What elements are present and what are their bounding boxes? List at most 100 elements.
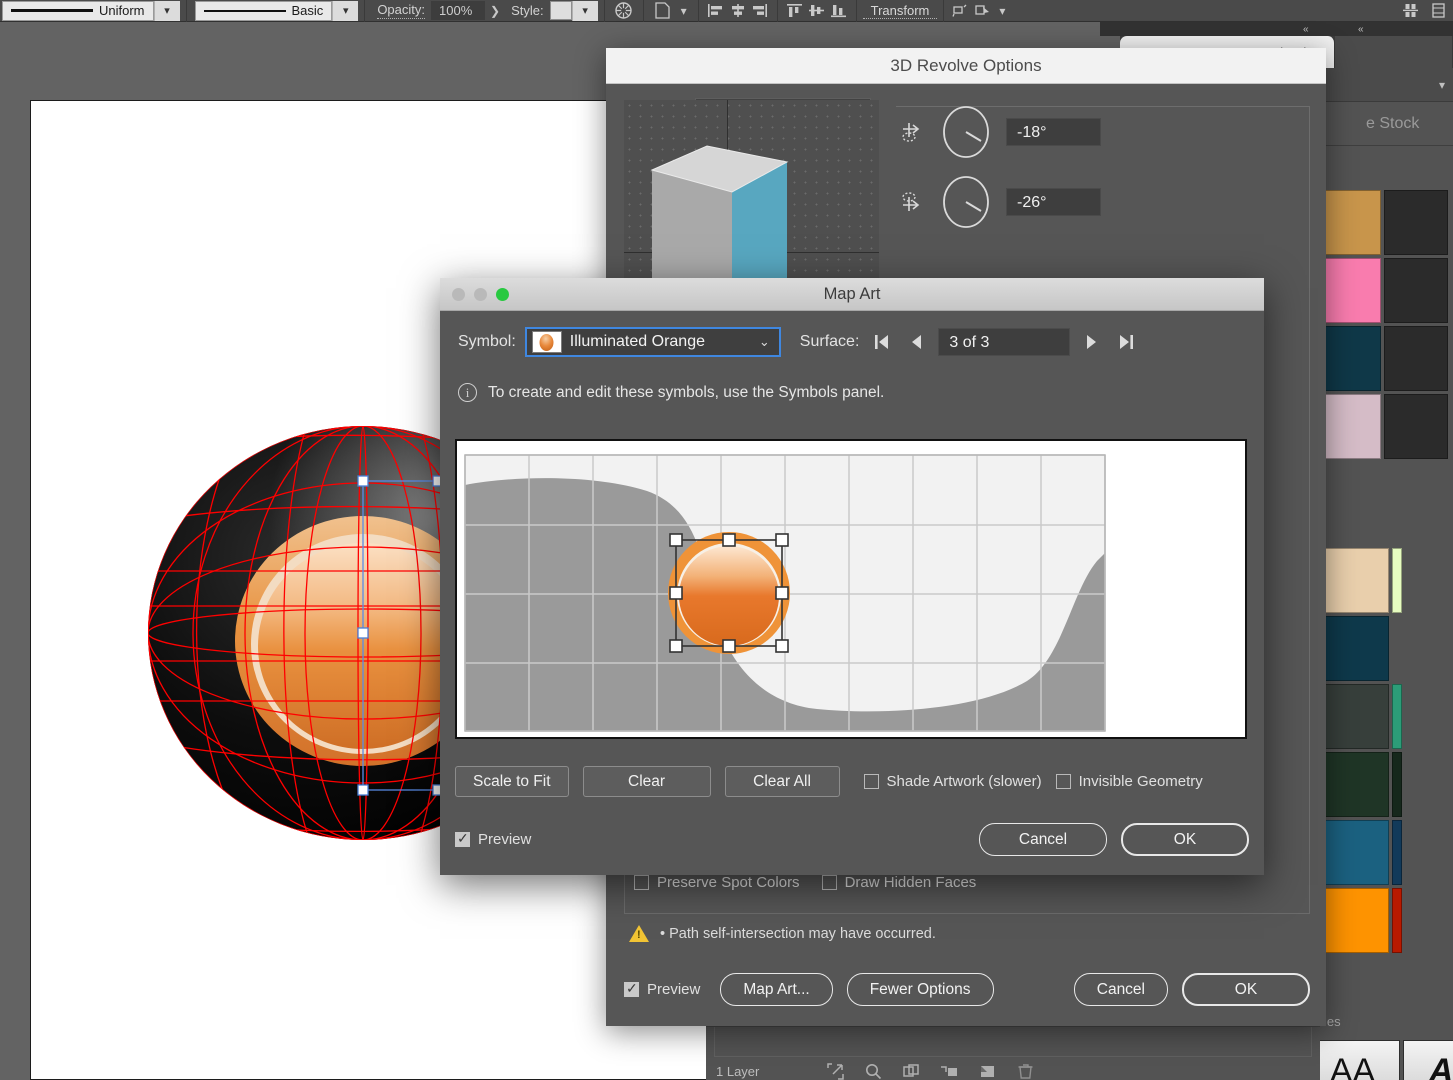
swatch[interactable] bbox=[1384, 258, 1448, 323]
opacity-mask-icon[interactable] bbox=[611, 0, 637, 22]
swatch[interactable] bbox=[1392, 684, 1402, 749]
grid-icon[interactable] bbox=[1427, 0, 1449, 22]
swatch[interactable] bbox=[1384, 190, 1448, 255]
shape-builder-icon[interactable] bbox=[972, 0, 994, 22]
map-art-button[interactable]: Map Art... bbox=[720, 973, 833, 1006]
symbol-select[interactable]: Illuminated Orange ⌄ bbox=[524, 327, 781, 357]
checkbox-box bbox=[821, 875, 837, 890]
next-surface-icon[interactable] bbox=[1079, 332, 1105, 352]
document-setup-icon[interactable] bbox=[650, 0, 676, 22]
font-preview-card[interactable]: Aa bbox=[1403, 1040, 1453, 1080]
revolve-ok-button[interactable]: OK bbox=[1182, 973, 1310, 1006]
brush-combo[interactable]: Basic bbox=[194, 0, 333, 21]
stroke-profile-chevron-down-icon[interactable]: ▾ bbox=[153, 0, 180, 21]
swatch[interactable] bbox=[1325, 684, 1389, 749]
fewer-options-button[interactable]: Fewer Options bbox=[846, 973, 994, 1006]
swatch[interactable] bbox=[1392, 752, 1402, 817]
locate-object-icon[interactable] bbox=[816, 1062, 854, 1080]
checkbox-box bbox=[634, 875, 649, 890]
panel-scroll-left-icon-2[interactable]: « bbox=[1358, 24, 1364, 35]
surface-input[interactable]: 3 of 3 bbox=[938, 328, 1071, 356]
draw-hidden-faces-checkbox[interactable]: Draw Hidden Faces bbox=[821, 874, 976, 891]
cube-preview-stage[interactable] bbox=[624, 100, 879, 280]
rotate-x-input[interactable]: -18° bbox=[1006, 118, 1101, 146]
revolve-preview-checkbox[interactable]: Preview bbox=[624, 979, 700, 998]
align-center-h-icon[interactable] bbox=[727, 0, 749, 22]
align-top-icon[interactable] bbox=[784, 0, 806, 22]
opacity-expand-icon[interactable]: ❯ bbox=[490, 4, 500, 18]
new-layer-icon[interactable] bbox=[968, 1063, 1006, 1080]
swatch[interactable] bbox=[1317, 190, 1381, 255]
map-art-preview-checkbox[interactable]: Preview bbox=[455, 829, 531, 848]
rotate-y-input[interactable]: -26° bbox=[1006, 188, 1101, 216]
symbol-value: Illuminated Orange bbox=[569, 333, 705, 350]
fieldset-border-right bbox=[1309, 106, 1310, 876]
align-center-v-icon[interactable] bbox=[806, 0, 828, 22]
shade-artwork-checkbox[interactable]: Shade Artwork (slower) bbox=[863, 773, 1042, 790]
maximize-icon[interactable] bbox=[496, 288, 509, 301]
swatch[interactable] bbox=[1325, 888, 1389, 953]
first-surface-icon[interactable] bbox=[868, 332, 894, 352]
select-similar-chevron-down-icon[interactable]: ▾ bbox=[999, 4, 1005, 18]
tab-other[interactable] bbox=[1335, 36, 1453, 68]
swatch[interactable] bbox=[1384, 394, 1448, 459]
preserve-spot-colors-checkbox[interactable]: Preserve Spot Colors bbox=[634, 874, 800, 891]
swatch[interactable] bbox=[1317, 326, 1381, 391]
brush-chevron-down-icon[interactable]: ▾ bbox=[332, 0, 359, 21]
swatch[interactable] bbox=[1325, 820, 1389, 885]
scale-to-fit-button[interactable]: Scale to Fit bbox=[455, 766, 569, 797]
close-icon[interactable] bbox=[452, 288, 465, 301]
panel-scroll-row: « « bbox=[1100, 22, 1453, 36]
invisible-geometry-checkbox[interactable]: Invisible Geometry bbox=[1055, 773, 1203, 790]
chevron-down-icon[interactable]: ▾ bbox=[1439, 78, 1445, 92]
opacity-label[interactable]: Opacity: bbox=[377, 2, 425, 19]
swatch[interactable] bbox=[1384, 326, 1448, 391]
last-surface-icon[interactable] bbox=[1114, 332, 1140, 352]
swatch[interactable] bbox=[1392, 820, 1402, 885]
clear-all-button[interactable]: Clear All bbox=[724, 766, 840, 797]
map-art-ok-button[interactable]: OK bbox=[1121, 823, 1249, 856]
tab-transform[interactable]: Transform bbox=[862, 3, 938, 19]
make-clipping-mask-icon[interactable] bbox=[892, 1063, 930, 1080]
map-art-footer: Preview Cancel OK bbox=[455, 823, 1249, 856]
panel-scroll-left-icon[interactable]: « bbox=[1303, 24, 1309, 35]
rotate-x-dial[interactable] bbox=[940, 106, 992, 158]
align-right-icon[interactable] bbox=[749, 0, 771, 22]
map-art-cancel-button[interactable]: Cancel bbox=[979, 823, 1107, 856]
divider bbox=[855, 0, 857, 22]
clear-button[interactable]: Clear bbox=[582, 766, 711, 797]
divider bbox=[364, 0, 366, 22]
surface-label: Surface: bbox=[799, 333, 860, 350]
previous-surface-icon[interactable] bbox=[903, 332, 929, 352]
document-chevron-down-icon[interactable]: ▾ bbox=[681, 4, 687, 18]
arrange-icon[interactable] bbox=[1399, 0, 1421, 22]
divider bbox=[642, 0, 644, 22]
swatch[interactable] bbox=[1325, 548, 1389, 613]
align-bottom-icon[interactable] bbox=[828, 0, 850, 22]
create-sublayer-icon[interactable] bbox=[930, 1063, 968, 1080]
warning-icon: ! bbox=[628, 924, 650, 943]
select-similar-icon[interactable] bbox=[950, 0, 972, 22]
revolve-cancel-button[interactable]: Cancel bbox=[1073, 973, 1168, 1006]
preserve-spot-colors-label: Preserve Spot Colors bbox=[657, 874, 800, 891]
swatch[interactable] bbox=[1317, 258, 1381, 323]
opacity-input[interactable]: 100% bbox=[431, 1, 485, 20]
swatch[interactable] bbox=[1317, 394, 1381, 459]
delete-layer-icon[interactable] bbox=[1006, 1063, 1044, 1080]
align-left-icon[interactable] bbox=[705, 0, 727, 22]
minimize-icon[interactable] bbox=[474, 288, 487, 301]
swatch[interactable] bbox=[1392, 548, 1402, 613]
divider bbox=[603, 0, 605, 22]
map-art-canvas[interactable] bbox=[455, 439, 1247, 739]
symbol-row: Symbol: Illuminated Orange ⌄ Surface: 3 … bbox=[458, 327, 1246, 357]
surface-checkbox-row: Preserve Spot Colors Draw Hidden Faces bbox=[634, 874, 976, 891]
stroke-profile-combo[interactable]: Uniform bbox=[2, 0, 154, 21]
rotate-y-dial[interactable] bbox=[940, 176, 992, 228]
style-swatch[interactable] bbox=[549, 1, 572, 20]
swatch[interactable] bbox=[1392, 888, 1402, 953]
search-icon[interactable] bbox=[854, 1063, 892, 1080]
map-art-body: Symbol: Illuminated Orange ⌄ Surface: 3 … bbox=[440, 311, 1264, 418]
swatch[interactable] bbox=[1325, 752, 1389, 817]
map-art-titlebar[interactable]: Map Art bbox=[440, 278, 1264, 311]
style-chevron-down-icon[interactable]: ▾ bbox=[571, 0, 598, 21]
